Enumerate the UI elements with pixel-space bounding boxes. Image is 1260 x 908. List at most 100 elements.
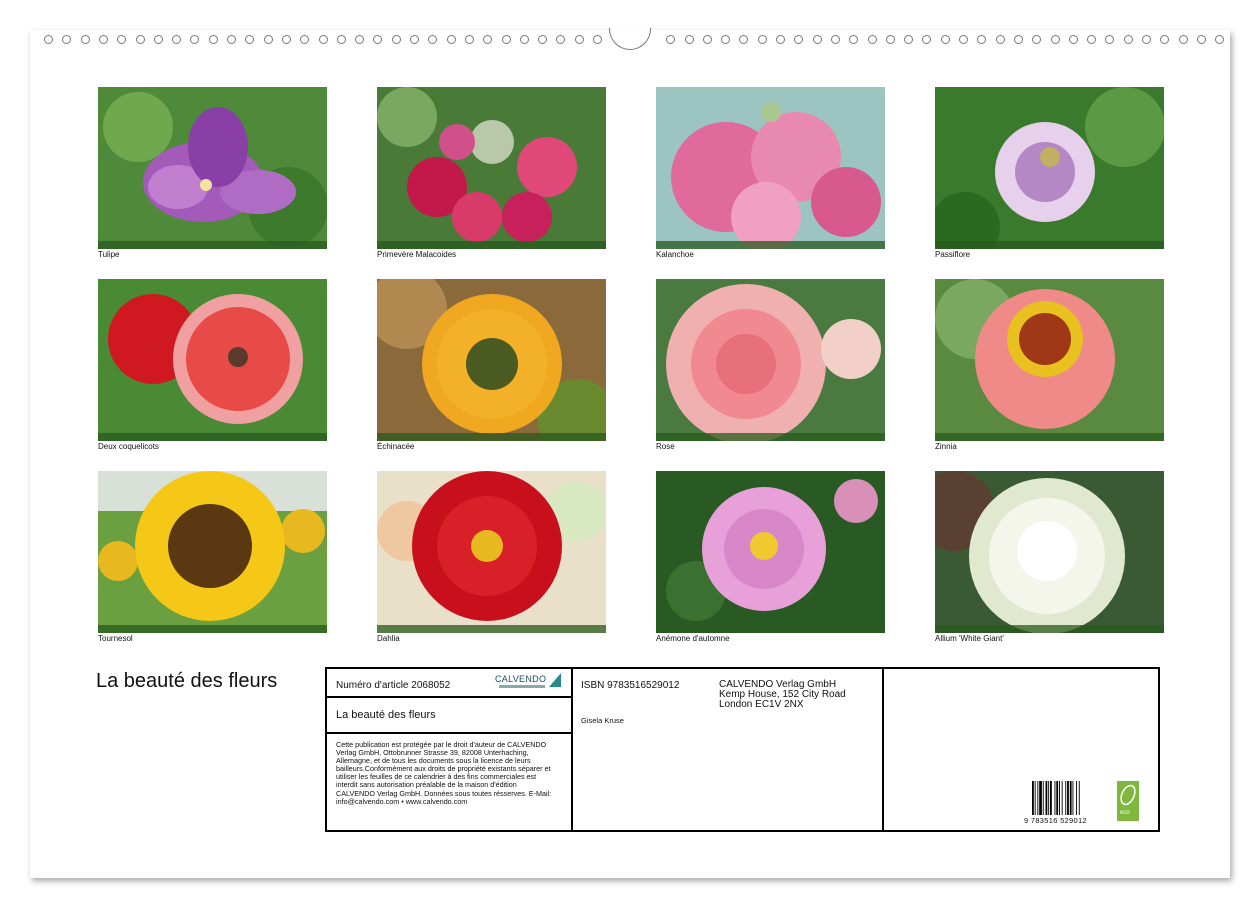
binding-ring (593, 35, 602, 44)
barcode-bar (1054, 781, 1056, 815)
binding-ring (263, 35, 273, 44)
binding-ring (281, 35, 291, 44)
binding-ring (483, 35, 493, 44)
info-box: Numéro d'article 2068052 CALVENDO La bea… (325, 667, 1160, 832)
barcode-bar (1067, 781, 1069, 815)
binding-ring (410, 35, 419, 44)
binding-ring (556, 35, 566, 44)
binding-ring (904, 35, 914, 44)
month-strip (98, 433, 327, 441)
binding-ring (922, 35, 932, 44)
article-number: Numéro d'article 2068052 (336, 680, 451, 691)
legal-notice: Cette publication est protégée par le dr… (336, 740, 552, 806)
thumb-anemone (656, 471, 885, 633)
binding-ring (1178, 35, 1188, 44)
binding-ring (684, 35, 694, 44)
month-strip (935, 625, 1164, 633)
binding-ring (62, 35, 72, 44)
barcode-bar (1076, 781, 1077, 815)
binding-ring (721, 35, 731, 44)
binding-ring (959, 35, 968, 44)
thumb-coquelicots (98, 279, 327, 441)
binding-ring (80, 35, 90, 44)
binding-ring (135, 35, 145, 44)
binding-ring (1050, 35, 1060, 44)
binding-ring (940, 35, 950, 44)
barcode-bar (1034, 781, 1036, 815)
caption-tulipe: Tulipe (98, 250, 120, 259)
barcode-bar (1039, 781, 1042, 815)
month-strip (377, 625, 606, 633)
eco-text: eco (1120, 810, 1130, 816)
month-strip (656, 433, 885, 441)
binding-ring (428, 35, 438, 44)
barcode-icon (1032, 781, 1080, 815)
month-strip (935, 433, 1164, 441)
binding-ring (812, 35, 822, 44)
binding-ring (1087, 35, 1097, 44)
binding-ring (464, 35, 474, 44)
thumb-zinnia (935, 279, 1164, 441)
binding-ring (1032, 35, 1042, 44)
barcode-bar (1069, 781, 1072, 815)
calendar-title: La beauté des fleurs (96, 670, 278, 692)
binding-ring (1105, 35, 1115, 44)
binding-ring (172, 35, 182, 44)
barcode-bar (1032, 781, 1034, 815)
thumb-tulipe (98, 87, 327, 249)
thumb-primevere (377, 87, 606, 249)
thumb-tournesol (98, 471, 327, 633)
caption-rose: Rose (656, 442, 675, 451)
binding-ring (446, 35, 456, 44)
barcode-bar (1065, 781, 1067, 815)
barcode-bar (1061, 781, 1063, 815)
barcode-bar (1050, 781, 1052, 815)
caption-coquelicots: Deux coquelicots (98, 442, 159, 451)
thumb-rose (656, 279, 885, 441)
binding-ring (867, 35, 877, 44)
binding-ring (977, 35, 987, 44)
month-strip (377, 433, 606, 441)
thumb-dahlia (377, 471, 606, 633)
month-strip (656, 625, 885, 633)
barcode-bar (1078, 781, 1080, 815)
publisher-line3: London EC1V 2NX (719, 699, 804, 710)
binding-ring (885, 35, 895, 44)
isbn: ISBN 9783516529012 (581, 680, 680, 691)
binding-ring (98, 35, 108, 44)
binding-ring (739, 35, 749, 44)
binding-ring (391, 35, 401, 44)
calvendo-logo: CALVENDO (495, 674, 547, 684)
barcode-bar (1042, 781, 1044, 815)
binding-ring (1160, 35, 1170, 44)
barcode-bar (1045, 781, 1048, 815)
binding-ring (1196, 35, 1206, 44)
thumb-allium (935, 471, 1164, 633)
binding-ring (190, 35, 200, 44)
binding-ring (355, 35, 365, 44)
binding-ring (794, 35, 804, 44)
caption-tournesol: Tournesol (98, 634, 133, 643)
binding-ring (208, 35, 218, 44)
binding-ring (776, 35, 785, 44)
binding-ring (666, 35, 676, 44)
calvendo-logo-icon (549, 673, 561, 687)
thumb-passiflore (935, 87, 1164, 249)
binding-ring (373, 35, 383, 44)
binding-ring (1068, 35, 1078, 44)
binding-ring (519, 35, 529, 44)
binding-ring (336, 35, 346, 44)
thumb-kalanchoe (656, 87, 885, 249)
barcode-bar (1072, 781, 1074, 815)
binding-ring (318, 35, 328, 44)
barcode-bar (1048, 781, 1050, 815)
binding-ring (1142, 35, 1151, 44)
binding-ring (538, 35, 548, 44)
barcode-number: 9 783516 529012 (1024, 816, 1087, 825)
caption-echinacee: Échinacée (377, 442, 415, 451)
binding-ring (757, 35, 767, 44)
caption-kalanchoe: Kalanchoe (656, 250, 694, 259)
caption-zinnia: Zinnia (935, 442, 957, 451)
binding-ring (995, 35, 1005, 44)
caption-anemone: Anémone d'automne (656, 634, 730, 643)
